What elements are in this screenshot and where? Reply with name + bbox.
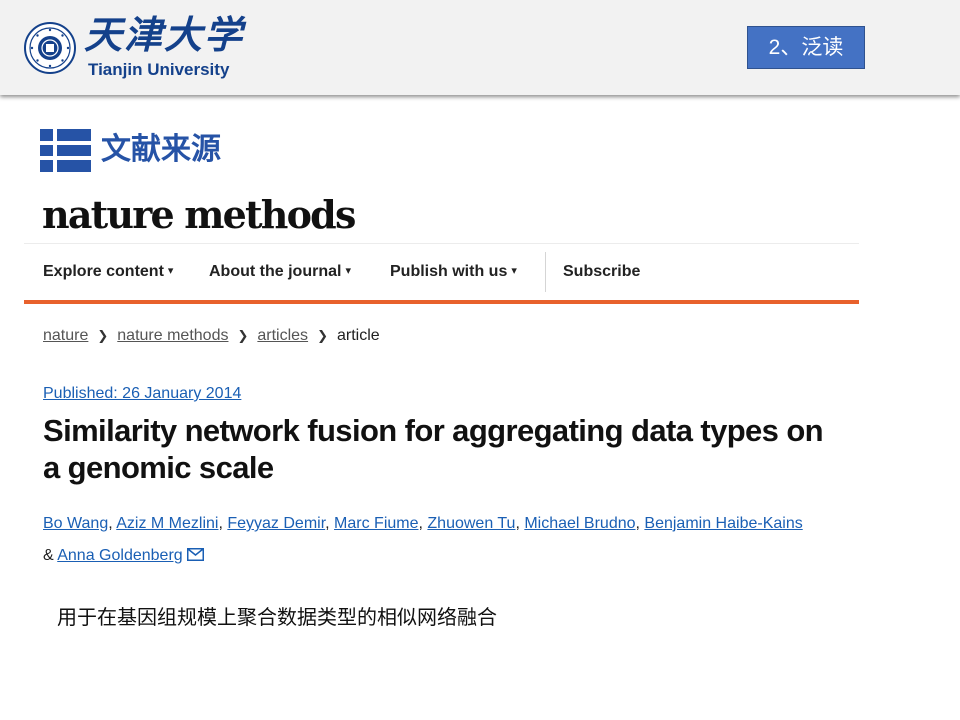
author-link[interactable]: Feyyaz Demir [227, 515, 325, 532]
author-ampersand: & [43, 547, 54, 564]
breadcrumb: nature ❯ nature methods ❯ articles ❯ article [43, 325, 380, 347]
flag-grid-icon [40, 129, 91, 172]
author-link[interactable]: Benjamin Haibe-Kains [644, 515, 802, 532]
article-title: Similarity network fusion for aggregatin… [43, 413, 824, 485]
nav-explore-content[interactable]: Explore content ▾ [43, 244, 173, 300]
chevron-down-icon: ▾ [511, 265, 517, 277]
email-icon[interactable] [186, 548, 204, 561]
author-link[interactable]: Michael Brudno [524, 515, 635, 532]
author-separator: , [515, 515, 525, 532]
chevron-down-icon: ▾ [167, 265, 174, 277]
author-list: Bo Wang, Aziz M Mezlini, Feyyaz Demir, M… [43, 508, 843, 572]
chevron-down-icon: ▾ [345, 265, 351, 277]
university-logo-english: Tianjin University [88, 60, 230, 79]
chinese-title-caption: 用于在基因组规模上聚合数据类型的相似网络融合 [57, 605, 497, 629]
nav-label: Publish with us [390, 263, 508, 280]
chevron-right-icon: ❯ [317, 328, 328, 343]
author-link[interactable]: Aziz M Mezlini [116, 515, 218, 532]
breadcrumb-current: article [336, 327, 380, 344]
nav-label: Explore content [43, 263, 164, 280]
nav-label: About the journal [209, 263, 342, 280]
nav-subscribe[interactable]: Subscribe [563, 244, 640, 300]
section-title: 文献来源 [101, 132, 221, 167]
breadcrumb-nature-methods[interactable]: nature methods [117, 327, 228, 344]
university-seal-icon [24, 22, 76, 74]
chevron-right-icon: ❯ [97, 328, 109, 343]
university-logo-chinese: 天津大学 [84, 12, 245, 57]
author-link[interactable]: Bo Wang [43, 515, 108, 532]
journal-nav: Explore content ▾ About the journal ▾ Publ… [24, 244, 859, 300]
breadcrumb-nature[interactable]: nature [43, 327, 88, 344]
published-date-link[interactable]: Published: 26 January 2014 [43, 383, 241, 405]
author-link[interactable]: Marc Fiume [334, 515, 418, 532]
slide-section-tag: 2、泛读 [747, 26, 865, 69]
journal-logo[interactable]: nature methods [42, 190, 356, 240]
nav-publish-with-us[interactable]: Publish with us ▾ [390, 244, 517, 300]
chevron-right-icon: ❯ [237, 328, 249, 343]
nav-accent-bar [24, 300, 859, 304]
header-banner: 天津大学 Tianjin University 2、泛读 [0, 0, 960, 95]
breadcrumb-articles[interactable]: articles [257, 327, 308, 344]
nav-separator [545, 252, 546, 292]
author-link[interactable]: Zhuowen Tu [427, 515, 515, 532]
author-separator: , [325, 515, 335, 532]
author-link[interactable]: Anna Goldenberg [57, 547, 182, 564]
nav-about-journal[interactable]: About the journal ▾ [209, 244, 351, 300]
